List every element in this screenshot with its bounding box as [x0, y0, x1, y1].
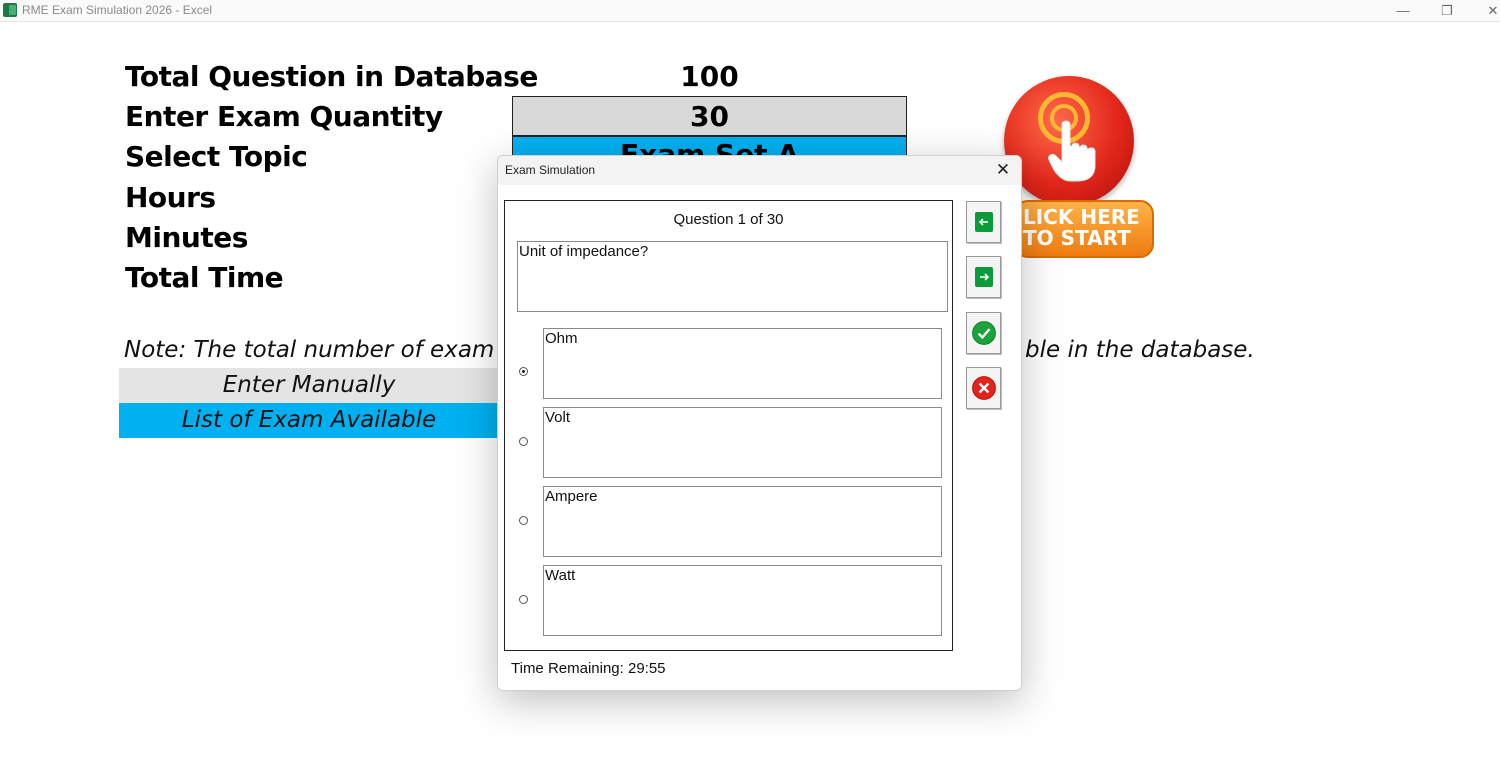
label-select-topic: Select Topic — [125, 140, 308, 173]
previous-button[interactable] — [966, 201, 1001, 243]
option-radio-2[interactable] — [519, 437, 528, 446]
enter-manually-button[interactable]: Enter Manually — [119, 368, 499, 403]
excel-icon — [3, 3, 17, 17]
click-here-to-start-button[interactable]: LICK HERE TO START — [1000, 72, 1160, 262]
option-radio-4[interactable] — [519, 595, 528, 604]
start-label-line1: LICK HERE — [1023, 205, 1140, 229]
arrow-right-icon — [975, 267, 993, 287]
question-text: Unit of impedance? — [517, 241, 948, 312]
arrow-left-icon — [975, 212, 993, 232]
window-title: RME Exam Simulation 2026 - Excel — [22, 3, 213, 17]
pointing-hand-icon — [1048, 120, 1096, 182]
close-window-button[interactable]: ✕ — [1470, 0, 1500, 21]
start-label: LICK HERE TO START — [1014, 200, 1154, 258]
title-bar: RME Exam Simulation 2026 - Excel — ❐ ✕ — [0, 0, 1500, 22]
option-box-4[interactable]: Watt — [543, 565, 942, 636]
check-icon — [972, 321, 996, 345]
time-remaining: Time Remaining: 29:55 — [511, 660, 666, 677]
start-label-line2: TO START — [1023, 226, 1131, 250]
option-box-3[interactable]: Ampere — [543, 486, 942, 557]
question-frame: Question 1 of 30 Unit of impedance? Ohm … — [504, 200, 953, 651]
option-box-2[interactable]: Volt — [543, 407, 942, 478]
dialog-title-bar: Exam Simulation ✕ — [498, 156, 1021, 185]
cancel-icon — [972, 376, 996, 400]
label-hours: Hours — [125, 181, 216, 214]
restore-button[interactable]: ❐ — [1424, 0, 1470, 21]
option-radio-1[interactable] — [519, 367, 528, 376]
option-radio-3[interactable] — [519, 516, 528, 525]
note-text: Note: The total number of exam — [124, 337, 495, 363]
exam-quantity-cell[interactable]: 30 — [512, 96, 907, 136]
question-number: Question 1 of 30 — [673, 211, 784, 228]
list-exam-available-button[interactable]: List of Exam Available — [119, 403, 499, 438]
total-questions-value: 100 — [680, 60, 739, 93]
cancel-button[interactable] — [966, 367, 1001, 409]
label-minutes: Minutes — [125, 221, 248, 254]
label-total-time: Total Time — [125, 261, 284, 294]
label-exam-quantity: Enter Exam Quantity — [125, 100, 443, 133]
next-button[interactable] — [966, 256, 1001, 298]
exam-simulation-dialog: Exam Simulation ✕ Question 1 of 30 Unit … — [497, 155, 1022, 691]
close-icon[interactable]: ✕ — [993, 160, 1013, 180]
label-total-question: Total Question in Database — [125, 60, 538, 93]
submit-button[interactable] — [966, 312, 1001, 354]
option-box-1[interactable]: Ohm — [543, 328, 942, 399]
dialog-title: Exam Simulation — [505, 163, 596, 177]
note-text-continued: ble in the database. — [1025, 337, 1255, 363]
minimize-button[interactable]: — — [1380, 0, 1426, 21]
